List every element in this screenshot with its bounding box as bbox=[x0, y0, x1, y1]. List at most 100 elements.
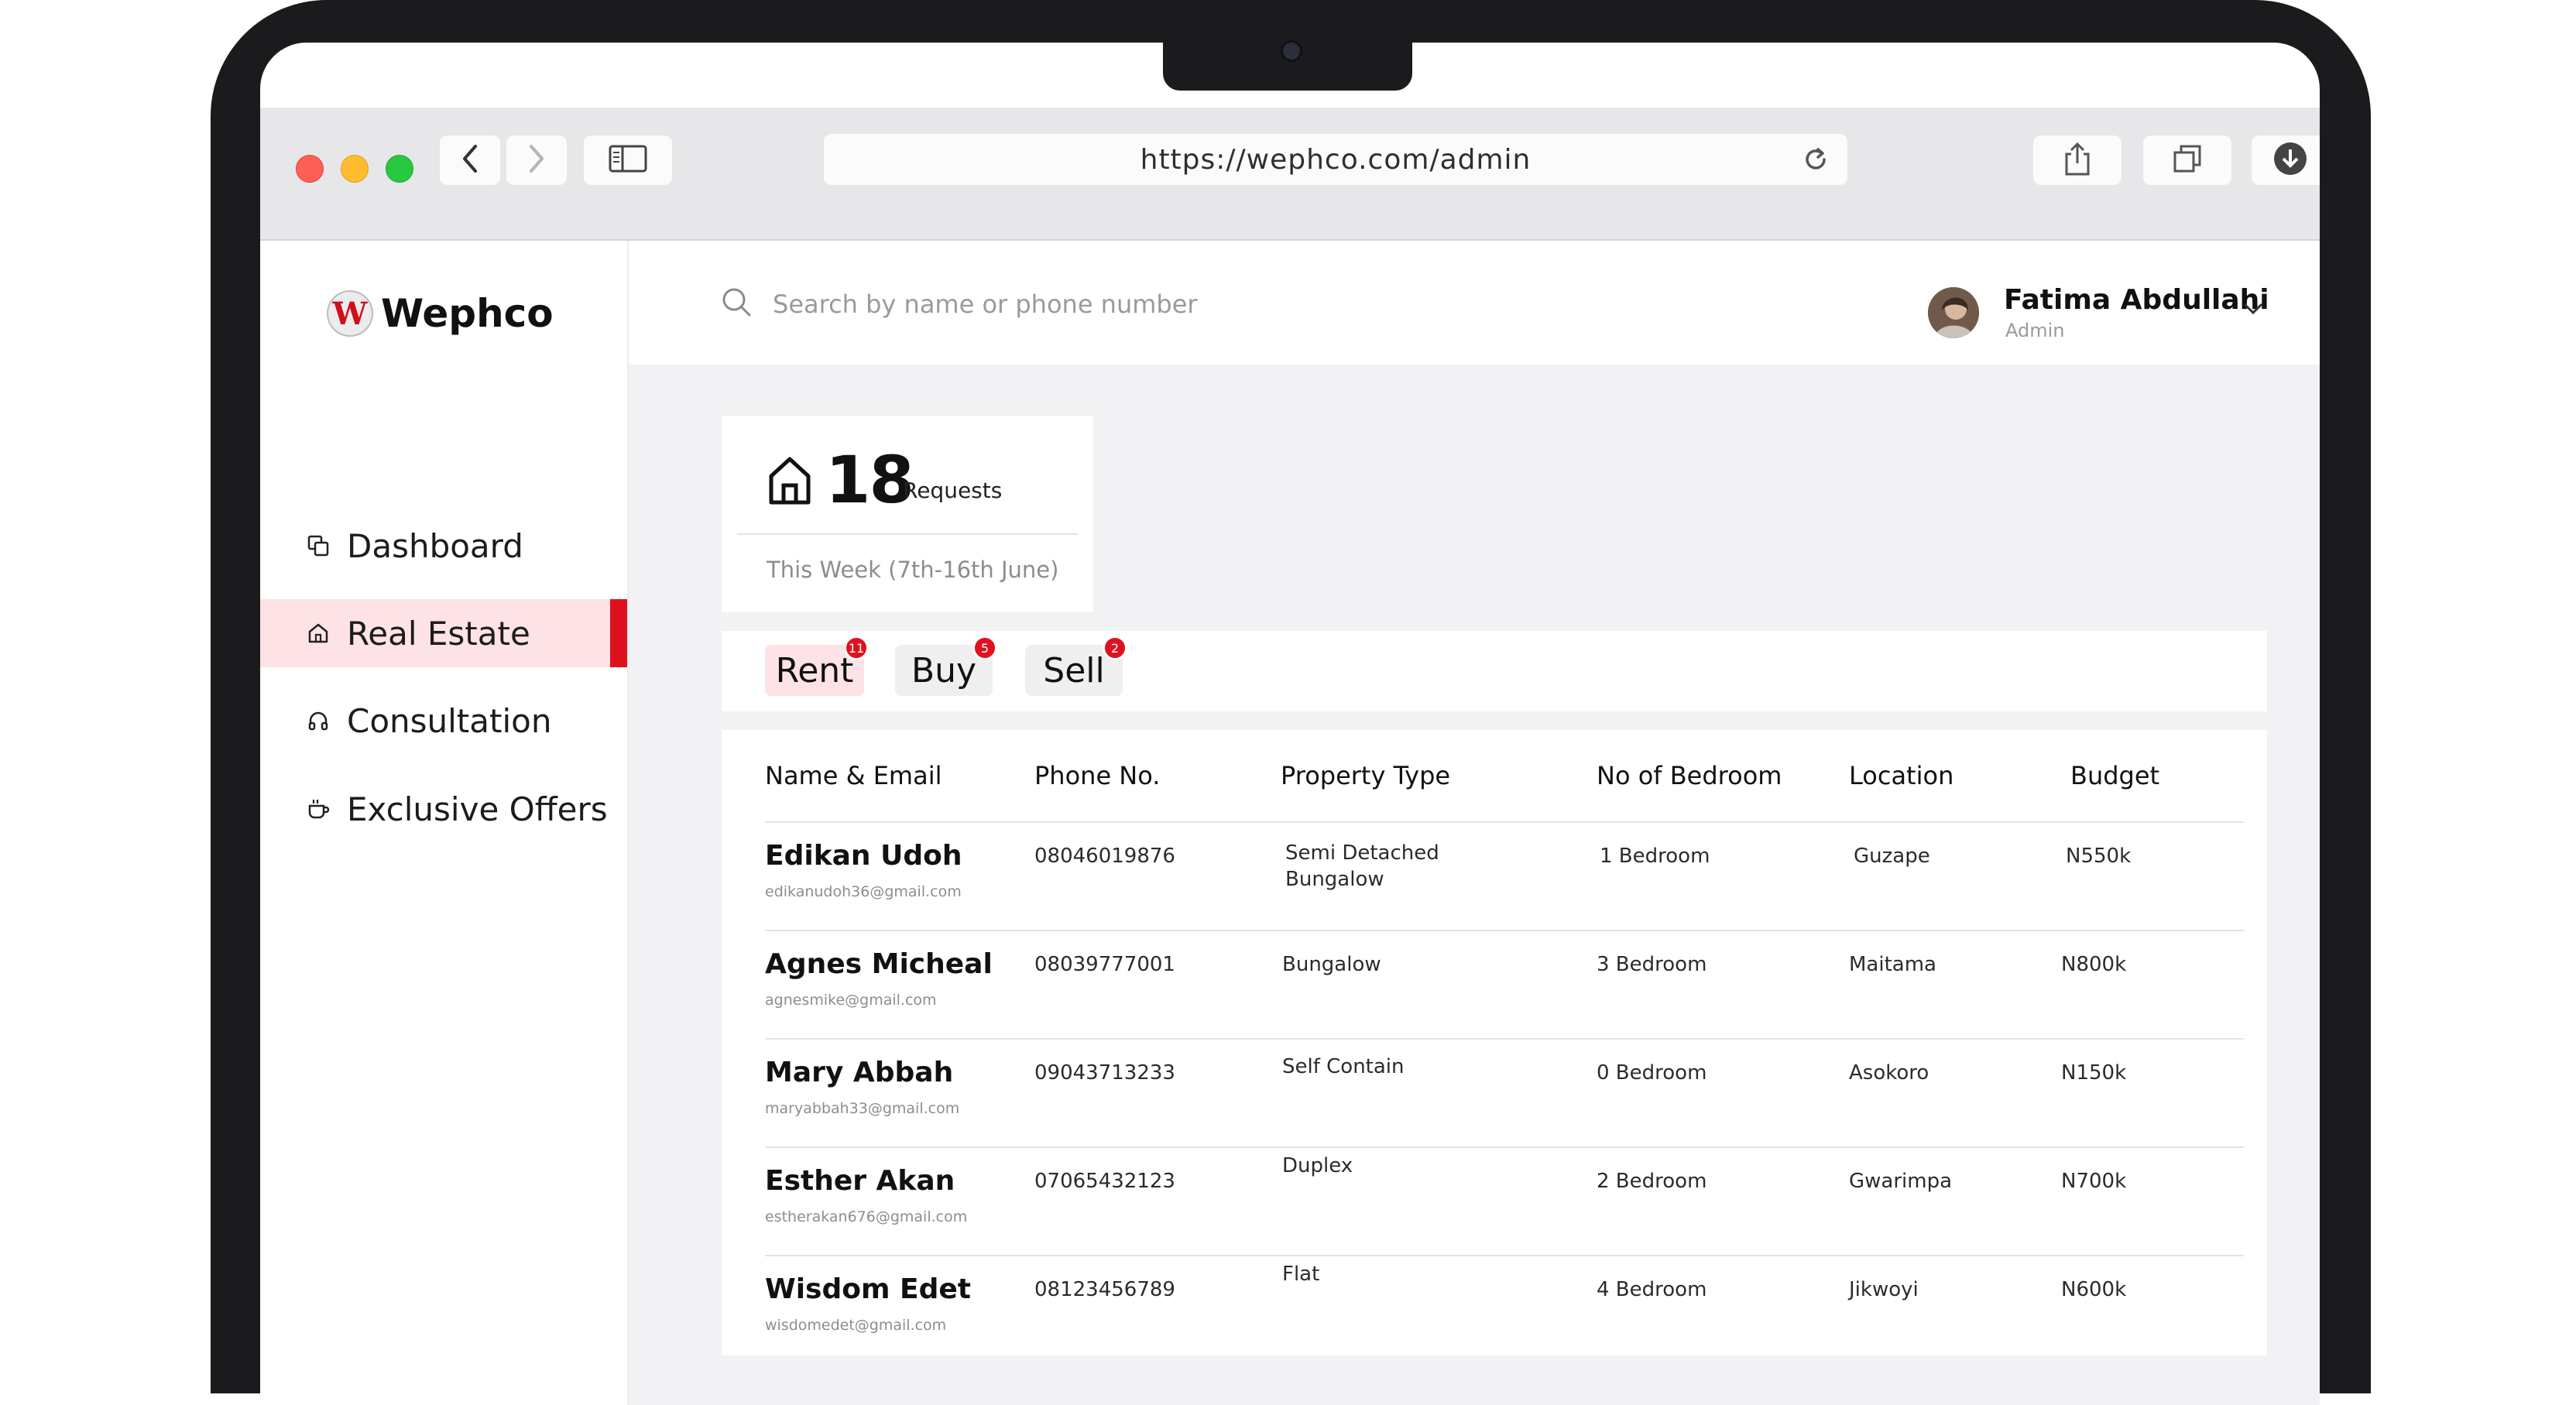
row-property-type: Semi Detached Bungalow bbox=[1285, 841, 1439, 891]
row-email: wisdomedet@gmail.com bbox=[765, 1317, 947, 1334]
column-header-bedrooms[interactable]: No of Bedroom bbox=[1597, 761, 1782, 790]
table-row[interactable]: Esther Akan estherakan676@gmail.com 0706… bbox=[722, 1148, 2267, 1244]
table-row[interactable]: Wisdom Edet wisdomedet@gmail.com 0812345… bbox=[722, 1256, 2267, 1352]
search-input[interactable]: Search by name or phone number bbox=[773, 290, 1198, 319]
tab-badge: 5 bbox=[972, 636, 997, 660]
row-property-type: Bungalow bbox=[1282, 953, 1381, 976]
row-bedrooms: 3 Bedroom bbox=[1597, 953, 1707, 976]
reload-icon[interactable] bbox=[1801, 145, 1830, 181]
column-header-name-email[interactable]: Name & Email bbox=[765, 761, 942, 790]
wephco-logo-icon: W bbox=[327, 290, 373, 337]
row-phone: 07065432123 bbox=[1034, 1170, 1175, 1193]
row-name: Wisdom Edet bbox=[765, 1273, 972, 1305]
row-property-type: Flat bbox=[1282, 1263, 1320, 1286]
row-bedrooms: 4 Bedroom bbox=[1597, 1278, 1707, 1301]
active-indicator bbox=[610, 599, 627, 667]
tab-label: Buy bbox=[911, 650, 977, 691]
row-email: maryabbah33@gmail.com bbox=[765, 1100, 960, 1117]
requests-count: 18 bbox=[825, 442, 914, 518]
row-location: Jikwoyi bbox=[1849, 1278, 1919, 1301]
tab-sell[interactable]: Sell 2 bbox=[1025, 636, 1127, 696]
row-bedrooms: 0 Bedroom bbox=[1597, 1061, 1707, 1085]
row-budget: N150k bbox=[2061, 1061, 2127, 1085]
home-icon bbox=[305, 620, 331, 646]
cup-icon bbox=[305, 796, 331, 822]
row-property-type: Duplex bbox=[1282, 1154, 1353, 1177]
avatar[interactable] bbox=[1928, 287, 1979, 338]
sidebar-icon bbox=[609, 145, 647, 176]
tab-label: Sell bbox=[1043, 650, 1105, 691]
row-email: agnesmike@gmail.com bbox=[765, 992, 937, 1009]
sidebar-item-label: Dashboard bbox=[347, 526, 523, 565]
brand-logo[interactable]: W Wephco bbox=[327, 290, 554, 337]
sidebar-toggle-button[interactable] bbox=[584, 135, 672, 185]
sidebar-item-label: Real Estate bbox=[347, 614, 530, 653]
table-row[interactable]: Agnes Micheal agnesmike@gmail.com 080397… bbox=[722, 931, 2267, 1027]
maximize-window-button[interactable] bbox=[386, 155, 413, 183]
row-location: Maitama bbox=[1849, 953, 1936, 976]
main-content: Search by name or phone number Fatima Ab… bbox=[629, 241, 2320, 1405]
user-name[interactable]: Fatima Abdullahi bbox=[2004, 284, 2269, 316]
sidebar-item-exclusive-offers[interactable]: Exclusive Offers bbox=[260, 775, 627, 843]
back-button[interactable] bbox=[440, 135, 500, 185]
row-email: edikanudoh36@gmail.com bbox=[765, 883, 962, 900]
row-phone: 08039777001 bbox=[1034, 953, 1175, 976]
requests-table: Name & Email Phone No. Property Type No … bbox=[722, 730, 2267, 1355]
column-header-property-type[interactable]: Property Type bbox=[1281, 761, 1450, 790]
share-button[interactable] bbox=[2033, 135, 2122, 185]
browser-toolbar: https://wephco.com/admin bbox=[260, 108, 2320, 241]
headphones-icon bbox=[305, 708, 331, 734]
sidebar-item-dashboard[interactable]: Dashboard bbox=[260, 512, 627, 580]
row-name: Edikan Udoh bbox=[765, 840, 962, 872]
sidebar: W Wephco Dashboard Real Estate Consultat… bbox=[260, 241, 629, 1405]
sidebar-item-consultation[interactable]: Consultation bbox=[260, 687, 627, 755]
minimize-window-button[interactable] bbox=[341, 155, 369, 183]
tab-label: Rent bbox=[775, 650, 854, 691]
tab-buy[interactable]: Buy 5 bbox=[895, 636, 997, 696]
tab-badge: 11 bbox=[844, 636, 869, 660]
laptop-screen: https://wephco.com/admin W Wephco Dashbo… bbox=[260, 43, 2320, 1405]
chevron-down-icon[interactable] bbox=[2242, 301, 2264, 320]
row-property-type: Self Contain bbox=[1282, 1055, 1405, 1078]
sidebar-item-label: Consultation bbox=[347, 701, 552, 740]
search-bar[interactable]: Search by name or phone number bbox=[720, 286, 1417, 322]
brand-name: Wephco bbox=[381, 291, 554, 336]
chevron-right-icon bbox=[525, 143, 548, 178]
row-name: Esther Akan bbox=[765, 1165, 955, 1197]
tabs-bar: Rent 11 Buy 5 Sell 2 bbox=[722, 631, 2267, 711]
house-icon bbox=[767, 454, 813, 509]
row-bedrooms: 1 Bedroom bbox=[1600, 845, 1710, 868]
tab-rent[interactable]: Rent 11 bbox=[765, 636, 869, 696]
requests-period: This Week (7th-16th June) bbox=[767, 557, 1059, 583]
column-header-budget[interactable]: Budget bbox=[2070, 761, 2159, 790]
tabs-overview-button[interactable] bbox=[2143, 135, 2231, 185]
address-bar[interactable]: https://wephco.com/admin bbox=[824, 134, 1847, 185]
forward-button[interactable] bbox=[506, 135, 567, 185]
column-header-phone[interactable]: Phone No. bbox=[1034, 761, 1160, 790]
row-budget: N800k bbox=[2061, 953, 2127, 976]
row-name: Agnes Micheal bbox=[765, 948, 993, 980]
table-row[interactable]: Mary Abbah maryabbah33@gmail.com 0904371… bbox=[722, 1040, 2267, 1136]
row-location: Gwarimpa bbox=[1849, 1170, 1953, 1193]
top-header: Search by name or phone number Fatima Ab… bbox=[629, 241, 2320, 365]
row-phone: 08046019876 bbox=[1034, 845, 1175, 868]
search-icon bbox=[720, 286, 753, 322]
copy-icon bbox=[305, 533, 331, 559]
share-icon bbox=[2062, 142, 2093, 180]
row-budget: N550k bbox=[2066, 845, 2132, 868]
url-text: https://wephco.com/admin bbox=[1140, 143, 1532, 176]
requests-card: 18 Requests This Week (7th-16th June) bbox=[722, 416, 1093, 612]
tab-badge: 2 bbox=[1103, 636, 1127, 660]
row-budget: N600k bbox=[2061, 1278, 2127, 1301]
downloads-button[interactable] bbox=[2252, 135, 2320, 185]
sidebar-item-label: Exclusive Offers bbox=[347, 790, 608, 828]
chevron-left-icon bbox=[458, 143, 482, 178]
column-header-location[interactable]: Location bbox=[1849, 761, 1953, 790]
close-window-button[interactable] bbox=[296, 155, 324, 183]
user-role: Admin bbox=[2005, 320, 2065, 341]
row-email: estherakan676@gmail.com bbox=[765, 1208, 968, 1225]
camera-lens bbox=[1281, 40, 1302, 62]
sidebar-item-real-estate[interactable]: Real Estate bbox=[260, 599, 627, 667]
row-phone: 09043713233 bbox=[1034, 1061, 1175, 1085]
table-row[interactable]: Edikan Udoh edikanudoh36@gmail.com 08046… bbox=[722, 823, 2267, 919]
